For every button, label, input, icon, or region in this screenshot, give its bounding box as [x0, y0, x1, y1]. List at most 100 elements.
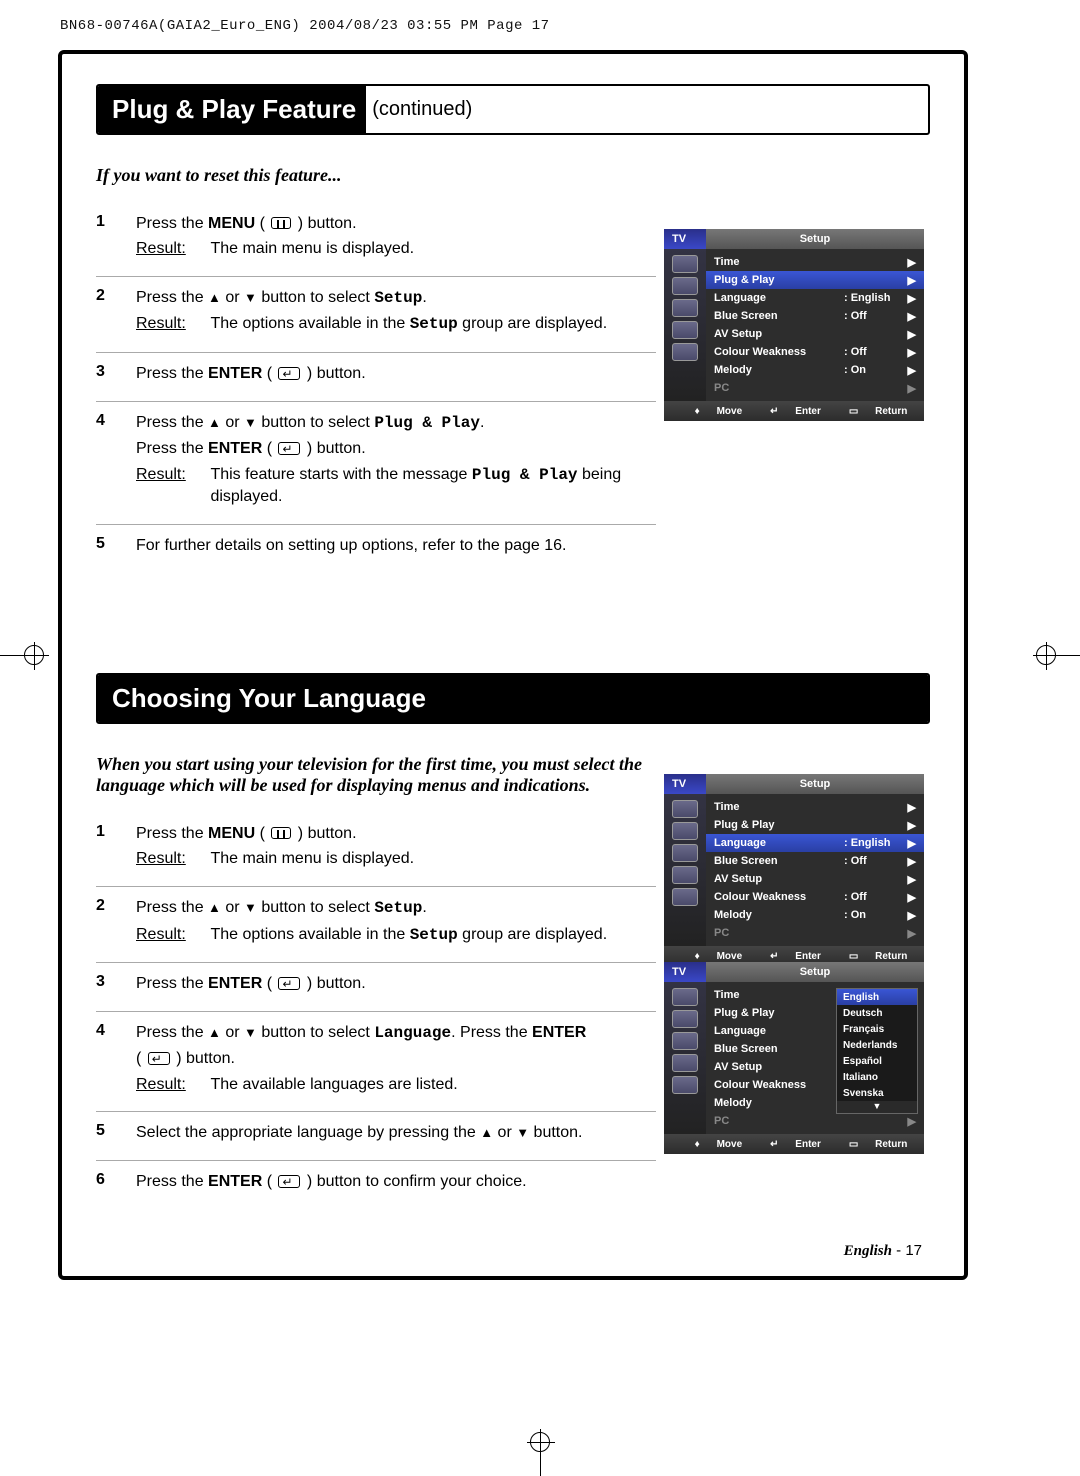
step-result: Result: The options available in the Set…: [136, 313, 656, 336]
osd-title: Setup: [706, 774, 924, 794]
osd-icon-1: [672, 988, 698, 1006]
osd-menu-item[interactable]: Blue Screen: Off▶: [706, 307, 924, 325]
chevron-right-icon: ▶: [904, 382, 916, 395]
osd-item-value: : English: [844, 837, 904, 849]
osd-menu-item[interactable]: Language: English▶: [706, 289, 924, 307]
chevron-right-icon: ▶: [904, 364, 916, 377]
osd-list-3: Time:▶Plug & Play▶Language:▶Blue Screen:…: [706, 982, 924, 1134]
osd-footer-enter: ↵ Enter: [756, 406, 821, 417]
osd-icon-1: [672, 800, 698, 818]
chevron-right-icon: ▶: [904, 819, 916, 832]
enter-button-icon: [278, 1175, 300, 1188]
osd-list-2: Time▶ Plug & Play ▶ Language: English▶Blue …: [706, 794, 924, 946]
osd-item-label: Blue Screen: [714, 310, 844, 322]
chevron-down-icon: ▼: [837, 1101, 917, 1113]
osd-menu-item[interactable]: AV Setup▶: [706, 325, 924, 343]
step-row: 1Press the MENU ( ) button.Result: The m…: [96, 813, 656, 887]
language-option[interactable]: Nederlands: [837, 1037, 917, 1053]
osd-menu-item[interactable]: PC▶: [706, 1112, 924, 1130]
osd-icon-5: [672, 343, 698, 361]
result-label: Result:: [136, 1074, 206, 1096]
chevron-right-icon: ▶: [904, 1115, 916, 1128]
osd-menu-item[interactable]: Plug & Play ▶: [706, 816, 924, 834]
section1-title-cont: (continued): [366, 98, 472, 121]
osd-icon-3: [672, 844, 698, 862]
step-row: 3Press the ENTER ( ) button.: [96, 353, 656, 402]
osd-menu-item[interactable]: Time ▶: [706, 253, 924, 271]
osd-panel-setup-2: TV Setup Time▶ Plug & Play ▶ Language: Engl…: [664, 774, 924, 966]
section2-title-bar: Choosing Your Language: [96, 673, 930, 724]
step-line: Press the ENTER ( ) button.: [136, 438, 656, 460]
osd-menu-item[interactable]: Language: English▶: [706, 834, 924, 852]
osd-menu-item[interactable]: Blue Screen: Off▶: [706, 852, 924, 870]
osd-title: Setup: [706, 229, 924, 249]
step-number: 2: [96, 287, 136, 340]
section2-intro: When you start using your television for…: [96, 754, 656, 797]
page-frame: Plug & Play Feature (continued) If you w…: [58, 50, 968, 1280]
osd-menu-item[interactable]: Colour Weakness: Off▶: [706, 343, 924, 361]
osd-tv-label: TV: [664, 229, 706, 249]
osd-item-value: : On: [844, 364, 904, 376]
step-number: 5: [96, 535, 136, 561]
osd-tv-label: TV: [664, 962, 706, 982]
osd-footer-return: ▭ Return: [835, 951, 907, 962]
section2-steps: 1Press the MENU ( ) button.Result: The m…: [96, 813, 656, 1209]
osd-menu-item[interactable]: PC▶: [706, 379, 924, 397]
step-result: Result: This feature starts with the mes…: [136, 464, 656, 508]
osd-item-value: : Off: [844, 310, 904, 322]
osd-menu-item[interactable]: AV Setup▶: [706, 870, 924, 888]
osd-tv-label: TV: [664, 774, 706, 794]
osd-menu-item[interactable]: Plug & Play▶: [706, 271, 924, 289]
step-number: 6: [96, 1171, 136, 1197]
step-body: For further details on setting up option…: [136, 535, 656, 561]
chevron-right-icon: ▶: [904, 256, 916, 269]
step-body: Press the ENTER ( ) button.: [136, 363, 656, 389]
step-result: Result: The main menu is displayed.: [136, 848, 656, 870]
osd-side-icons: [664, 249, 706, 401]
language-option[interactable]: Svenska: [837, 1085, 917, 1101]
osd-menu-item[interactable]: Time▶: [706, 798, 924, 816]
osd-icon-2: [672, 277, 698, 295]
language-option[interactable]: Français: [837, 1021, 917, 1037]
section1-title-bar: Plug & Play Feature (continued): [96, 84, 930, 135]
osd-item-value: : On: [844, 909, 904, 921]
osd-item-label: Melody: [714, 364, 844, 376]
osd-menu-item[interactable]: Colour Weakness: Off▶: [706, 888, 924, 906]
osd-item-label: Time: [714, 256, 844, 268]
language-option[interactable]: Italiano: [837, 1069, 917, 1085]
step-line: Press the ▲ or ▼ button to select Setup.: [136, 287, 656, 310]
result-text: This feature starts with the message Plu…: [210, 464, 640, 508]
section1-intro: If you want to reset this feature...: [96, 165, 656, 187]
step-number: 1: [96, 213, 136, 264]
section1-steps: 1Press the MENU ( ) button.Result: The m…: [96, 203, 656, 573]
step-row: 1Press the MENU ( ) button.Result: The m…: [96, 203, 656, 277]
page-dash: -: [896, 1242, 905, 1259]
language-option[interactable]: Español: [837, 1053, 917, 1069]
step-number: 4: [96, 412, 136, 512]
osd-footer-enter: ↵ Enter: [756, 951, 821, 962]
step-line: Press the ENTER ( ) button.: [136, 363, 656, 385]
language-option[interactable]: English: [837, 989, 917, 1005]
page-lang: English: [844, 1243, 892, 1259]
language-option[interactable]: Deutsch: [837, 1005, 917, 1021]
osd-item-label: Plug & Play: [714, 819, 844, 831]
step-body: Press the ▲ or ▼ button to select Plug &…: [136, 412, 656, 512]
osd-menu-item[interactable]: PC▶: [706, 924, 924, 942]
osd-item-label: Melody: [714, 1097, 844, 1109]
osd-item-value: : Off: [844, 346, 904, 358]
osd-icon-5: [672, 1076, 698, 1094]
chevron-right-icon: ▶: [904, 328, 916, 341]
step-body: Press the ▲ or ▼ button to select Langua…: [136, 1022, 656, 1100]
step-body: Press the ▲ or ▼ button to select Setup.…: [136, 897, 656, 950]
osd-menu-item[interactable]: Melody: On▶: [706, 361, 924, 379]
osd-item-label: Plug & Play: [714, 274, 844, 286]
step-line: Press the MENU ( ) button.: [136, 213, 656, 235]
osd-menu-item[interactable]: Melody: On▶: [706, 906, 924, 924]
result-text: The options available in the Setup group…: [210, 313, 607, 336]
osd-icon-2: [672, 822, 698, 840]
result-text: The main menu is displayed.: [210, 848, 414, 870]
language-popup: EnglishDeutschFrançaisNederlandsEspañolI…: [836, 988, 918, 1114]
enter-button-icon: [148, 1052, 170, 1065]
step-line: ( ) button.: [136, 1048, 656, 1070]
step-row: 2Press the ▲ or ▼ button to select Setup…: [96, 277, 656, 353]
